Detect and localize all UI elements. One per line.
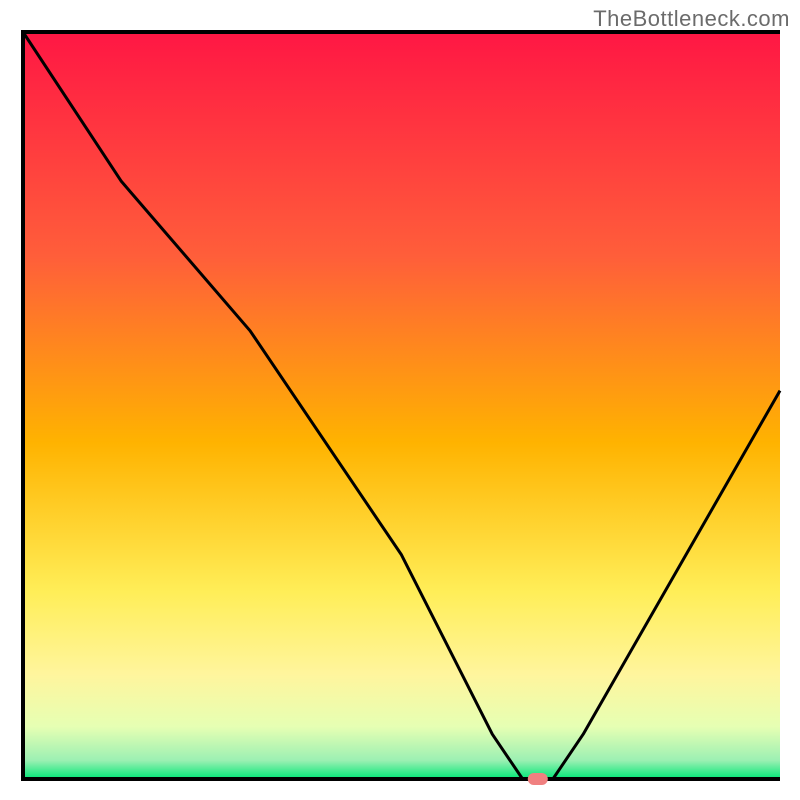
bottleneck-chart [0,0,800,800]
gradient-background [23,32,780,779]
chart-frame: TheBottleneck.com [0,0,800,800]
watermark-text: TheBottleneck.com [593,6,790,32]
optimal-marker [528,773,548,785]
